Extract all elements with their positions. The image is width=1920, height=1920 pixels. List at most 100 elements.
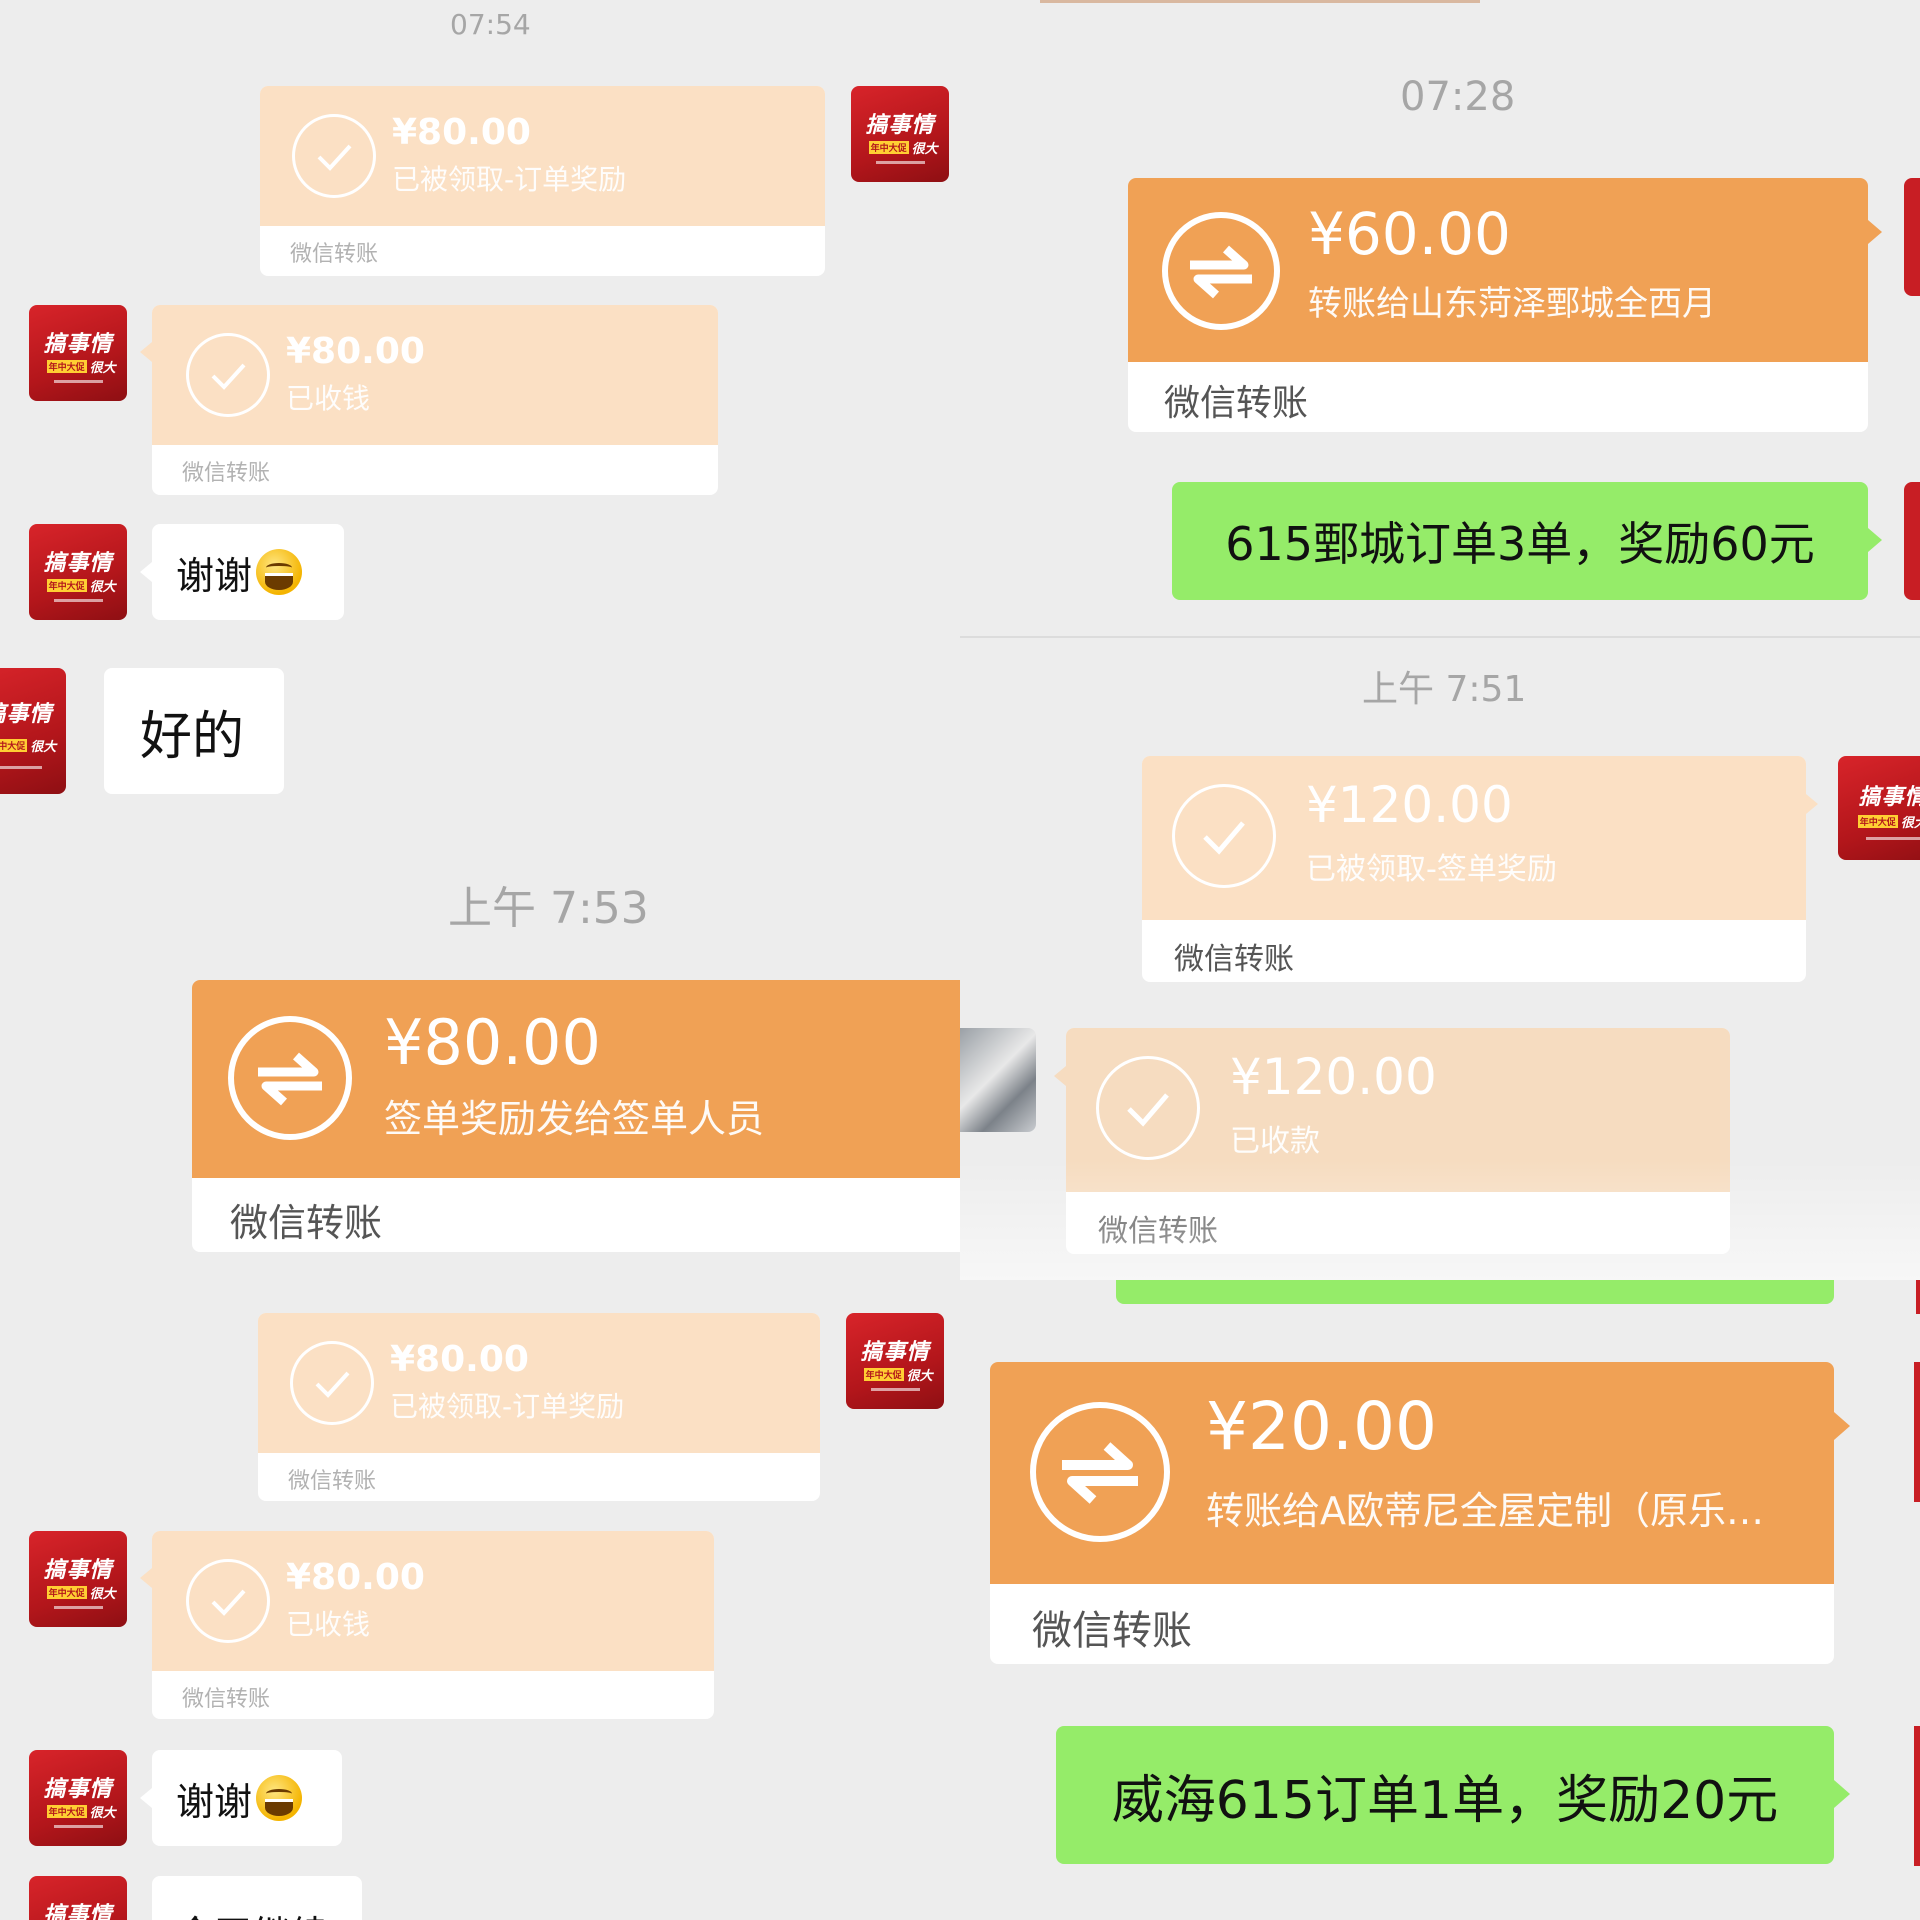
avatar-text: 搞事情 — [43, 331, 113, 358]
avatar-text: 搞事情 — [0, 700, 53, 727]
chat-panel-left: 07:54 ¥80.00 已被领取-订单奖励 微信转账 搞事情 年中大促 很大 搞… — [0, 0, 960, 1920]
transfer-amount: ¥20.00 — [1206, 1388, 1437, 1465]
transfer-status: 已被领取-订单奖励 — [392, 163, 627, 196]
avatar[interactable] — [1904, 178, 1920, 296]
avatar[interactable]: 搞事情 年中大促很大 — [29, 524, 127, 620]
cropped-green-bubble — [1116, 1280, 1834, 1304]
transfer-amount: ¥80.00 — [390, 1339, 529, 1380]
chat-panel-right-bottom: ¥20.00 转账给A欧蒂尼全屋定制（原乐… 微信转账 威海615订单1单，奖励… — [960, 1280, 1920, 1920]
transfer-amount: ¥60.00 — [1308, 200, 1511, 268]
transfer-card[interactable]: ¥80.00 已被领取-订单奖励 微信转账 — [260, 86, 825, 276]
avatar-text: 搞事情 — [865, 112, 935, 139]
transfer-status: 已被领取-订单奖励 — [390, 1390, 625, 1423]
transfer-amount: ¥80.00 — [392, 112, 531, 153]
avatar[interactable]: 搞事情 年中大促很大 — [29, 305, 127, 401]
card-footer: 微信转账 — [1032, 1608, 1192, 1654]
message-bubble[interactable]: 谢谢 — [152, 1750, 342, 1846]
avatar — [1916, 1280, 1920, 1314]
avatar-text-2: 很大 — [1900, 816, 1920, 832]
transfer-amount: ¥120.00 — [1306, 776, 1513, 834]
check-icon — [292, 114, 376, 198]
avatar-text: 搞事情 — [43, 1776, 113, 1803]
avatar[interactable]: 搞事情 年中大促很大 — [0, 668, 66, 794]
avatar-text-2: 很大 — [906, 1368, 933, 1384]
avatar-tag: 年中大促 — [0, 739, 28, 753]
card-footer: 微信转账 — [290, 242, 379, 267]
check-icon — [1172, 784, 1276, 888]
message-text: 谢谢 — [176, 1779, 253, 1824]
transfer-exchange-icon — [228, 1016, 352, 1140]
avatar-tag: 年中大促 — [46, 1804, 87, 1818]
transfer-card[interactable]: ¥120.00 已被领取-签单奖励 微信转账 — [1142, 756, 1806, 982]
avatar-tag: 年中大促 — [1857, 815, 1898, 829]
transfer-exchange-icon — [1030, 1402, 1170, 1542]
avatar — [1914, 1726, 1920, 1866]
room-thumbnail-avatar[interactable] — [960, 1028, 1036, 1132]
timestamp: 上午 7:51 — [1362, 669, 1527, 710]
avatar-tag: 年中大促 — [46, 578, 87, 592]
transfer-exchange-icon — [1162, 212, 1280, 330]
transfer-status: 已收钱 — [286, 382, 371, 415]
card-footer: 微信转账 — [1174, 942, 1294, 977]
transfer-remark: 签单奖励发给签单人员 — [384, 1097, 765, 1141]
transfer-status: 已收款 — [1230, 1124, 1320, 1159]
avatar-text-2: 很大 — [30, 740, 57, 756]
avatar-text: 搞事情 — [43, 550, 113, 577]
avatar-tag: 年中大促 — [868, 140, 909, 154]
timestamp: 07:54 — [450, 8, 531, 41]
transfer-amount: ¥80.00 — [286, 331, 425, 372]
chat-panel-right-top: 07:28 ¥60.00 转账给山东菏泽鄄城全西月 微信转账 615鄄城订单3单… — [960, 0, 1920, 1280]
transfer-amount: ¥80.00 — [286, 1557, 425, 1598]
message-text: 今天继续 — [176, 1904, 328, 1920]
avatar-text: 搞事情 — [1858, 783, 1920, 810]
message-text: 威海615订单1单，奖励20元 — [1111, 1770, 1779, 1831]
message-bubble[interactable]: 615鄄城订单3单，奖励60元 — [1172, 482, 1868, 600]
card-footer: 微信转账 — [182, 461, 271, 486]
transfer-card[interactable]: ¥20.00 转账给A欧蒂尼全屋定制（原乐… 微信转账 — [990, 1362, 1834, 1664]
avatar-text-2: 很大 — [89, 1805, 116, 1821]
card-footer: 微信转账 — [1164, 383, 1309, 424]
transfer-amount: ¥120.00 — [1230, 1048, 1437, 1106]
transfer-card[interactable]: ¥80.00 已被领取-订单奖励 微信转账 — [258, 1313, 820, 1501]
message-bubble[interactable]: 好的 — [104, 668, 284, 794]
timestamp: 上午 7:53 — [448, 883, 649, 934]
transfer-card[interactable]: ¥80.00 已收钱 微信转账 — [152, 305, 718, 495]
check-icon — [290, 1341, 374, 1425]
transfer-card[interactable]: ¥120.00 已收款 微信转账 — [1066, 1028, 1730, 1254]
card-footer: 微信转账 — [288, 1469, 377, 1494]
avatar-text-2: 很大 — [911, 141, 938, 157]
avatar-text: 搞事情 — [860, 1339, 930, 1366]
card-footer: 微信转账 — [230, 1201, 383, 1245]
check-icon — [186, 333, 270, 417]
avatar[interactable]: 搞事情 年中大促很大 — [29, 1876, 127, 1920]
screenshot-divider — [960, 636, 1920, 638]
transfer-card[interactable]: ¥80.00 签单奖励发给签单人员 微信转账 — [192, 980, 960, 1252]
message-bubble[interactable]: 今天继续 — [152, 1876, 362, 1920]
check-icon — [1096, 1056, 1200, 1160]
avatar-tag: 年中大促 — [46, 1585, 87, 1599]
avatar[interactable]: 搞事情 年中大促很大 — [1838, 756, 1920, 860]
message-bubble[interactable]: 威海615订单1单，奖励20元 — [1056, 1726, 1834, 1864]
message-bubble[interactable]: 谢谢 — [152, 524, 344, 620]
cropped-element-edge — [1040, 0, 1480, 3]
timestamp: 07:28 — [1400, 74, 1516, 120]
avatar-text: 搞事情 — [43, 1902, 113, 1920]
transfer-status: 已被领取-签单奖励 — [1306, 852, 1557, 887]
transfer-remark: 转账给山东菏泽鄄城全西月 — [1308, 284, 1716, 324]
transfer-status: 已收钱 — [286, 1608, 371, 1641]
avatar[interactable]: 搞事情 年中大促很大 — [29, 1531, 127, 1627]
transfer-card[interactable]: ¥60.00 转账给山东菏泽鄄城全西月 微信转账 — [1128, 178, 1868, 432]
transfer-card[interactable]: ¥80.00 已收钱 微信转账 — [152, 1531, 714, 1719]
avatar[interactable]: 搞事情 年中大促很大 — [846, 1313, 944, 1409]
avatar[interactable] — [1904, 482, 1920, 600]
avatar[interactable]: 搞事情 年中大促很大 — [29, 1750, 127, 1846]
avatar-text-2: 很大 — [89, 579, 116, 595]
transfer-amount: ¥80.00 — [384, 1006, 601, 1079]
avatar[interactable]: 搞事情 年中大促很大 — [851, 86, 949, 182]
check-icon — [186, 1559, 270, 1643]
message-text: 好的 — [140, 706, 245, 767]
card-footer: 微信转账 — [182, 1687, 271, 1712]
avatar-text-2: 很大 — [89, 1586, 116, 1602]
message-text: 谢谢 — [176, 553, 253, 598]
grin-emoji-icon — [256, 549, 303, 595]
